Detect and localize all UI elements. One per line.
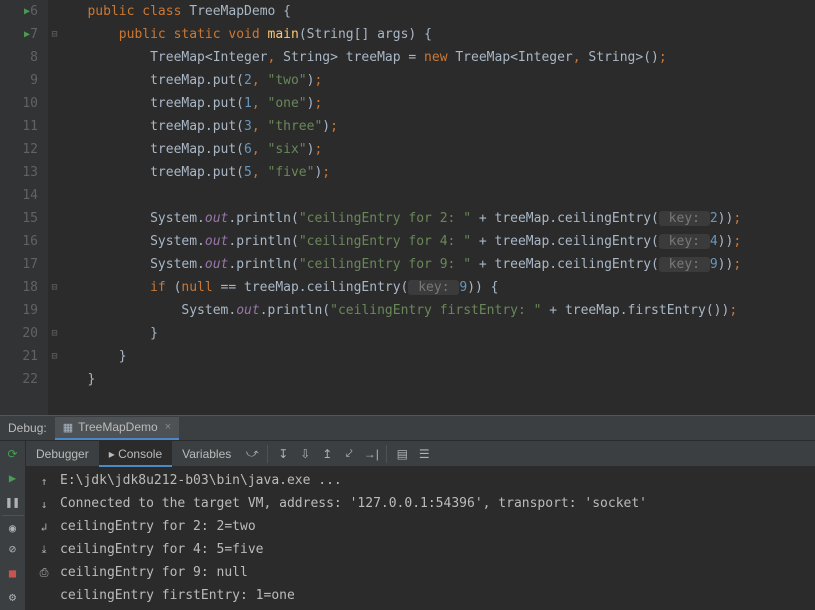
fold-icon[interactable]: ⊟ xyxy=(48,23,61,46)
mute-breakpoints-button[interactable]: ⊘ xyxy=(2,538,24,560)
line-number: 6 xyxy=(30,0,44,23)
code-line-12[interactable]: treeMap.put(6, "six"); xyxy=(64,138,815,161)
debug-toolbar: Debugger ▸ Console Variables ⤻ ↧ ⇩ ↥ ⤦ →… xyxy=(26,441,815,467)
code-content[interactable]: public class TreeMapDemo { public static… xyxy=(62,0,815,415)
code-editor[interactable]: ▶6 ▶7 8 9 10 11 12 13 14 15 16 17 18 19 … xyxy=(0,0,815,415)
debug-side-toolbar: ⟳ ▶ ❚❚ ◉ ⊘ ■ ⚙ xyxy=(0,441,26,610)
pause-button[interactable]: ❚❚ xyxy=(2,491,24,513)
application-icon: ▦ xyxy=(63,421,73,434)
rerun-button[interactable]: ⟳ xyxy=(2,443,24,465)
line-number: 18 xyxy=(22,276,44,299)
console-line: E:\jdk\jdk8u212-b03\bin\java.exe ... xyxy=(60,469,809,492)
fold-icon[interactable]: ⊟ xyxy=(48,276,61,299)
soft-wrap-icon[interactable]: ↲ xyxy=(34,517,54,537)
code-line-13[interactable]: treeMap.put(5, "five"); xyxy=(64,161,815,184)
code-line-19[interactable]: System.out.println("ceilingEntry firstEn… xyxy=(64,299,815,322)
run-class-icon[interactable]: ▶ xyxy=(24,0,30,23)
console-line: ceilingEntry for 9: null xyxy=(60,561,809,584)
debug-config-tab[interactable]: ▦ TreeMapDemo × xyxy=(55,417,179,440)
up-icon[interactable]: ↑ xyxy=(34,471,54,491)
run-to-cursor-icon[interactable]: →| xyxy=(360,447,382,461)
code-line-8[interactable]: TreeMap<Integer, String> treeMap = new T… xyxy=(64,46,815,69)
line-number: 19 xyxy=(22,299,44,322)
console-line: ceilingEntry for 2: 2=two xyxy=(60,515,809,538)
console-line: Connected to the target VM, address: '12… xyxy=(60,492,809,515)
console-tab[interactable]: ▸ Console xyxy=(99,441,172,467)
code-line-18[interactable]: if (null == treeMap.ceilingEntry( key: 9… xyxy=(64,276,815,299)
console-icon: ▸ xyxy=(109,447,115,461)
print-icon[interactable]: ⎙ xyxy=(34,563,54,583)
resume-button[interactable]: ▶ xyxy=(2,467,24,489)
console-output[interactable]: ↑ ↓ ↲ ⤓ ⎙ E:\jdk\jdk8u212-b03\bin\java.e… xyxy=(26,467,815,610)
debug-tab-label: TreeMapDemo xyxy=(78,420,158,434)
code-line-6[interactable]: public class TreeMapDemo { xyxy=(64,0,815,23)
debug-panel: Debug: ▦ TreeMapDemo × ⟳ ▶ ❚❚ ◉ ⊘ ■ ⚙ De… xyxy=(0,415,815,610)
more-icon[interactable]: ☰ xyxy=(413,447,435,461)
step-over-icon[interactable]: ⤻ xyxy=(241,446,263,461)
line-number: 16 xyxy=(22,230,44,253)
param-hint: key: xyxy=(408,280,459,295)
param-hint: key: xyxy=(659,211,710,226)
line-number: 15 xyxy=(22,207,44,230)
debug-label: Debug: xyxy=(0,421,55,435)
line-number: 13 xyxy=(22,161,44,184)
line-number: 7 xyxy=(30,23,44,46)
settings-icon[interactable]: ⚙ xyxy=(2,586,24,608)
line-number: 21 xyxy=(22,345,44,368)
step-out-icon[interactable]: ↥ xyxy=(316,447,338,461)
code-line-14[interactable] xyxy=(64,184,815,207)
line-gutter: ▶6 ▶7 8 9 10 11 12 13 14 15 16 17 18 19 … xyxy=(0,0,48,415)
line-number: 11 xyxy=(22,115,44,138)
code-line-11[interactable]: treeMap.put(3, "three"); xyxy=(64,115,815,138)
scroll-end-icon[interactable]: ⤓ xyxy=(34,540,54,560)
console-line: ceilingEntry firstEntry: 1=one xyxy=(60,584,809,607)
code-line-7[interactable]: public static void main(String[] args) { xyxy=(64,23,815,46)
line-number: 14 xyxy=(22,184,44,207)
code-line-17[interactable]: System.out.println("ceilingEntry for 9: … xyxy=(64,253,815,276)
code-line-22[interactable]: } xyxy=(64,368,815,391)
run-method-icon[interactable]: ▶ xyxy=(24,23,30,46)
code-line-15[interactable]: System.out.println("ceilingEntry for 2: … xyxy=(64,207,815,230)
line-number: 17 xyxy=(22,253,44,276)
drop-frame-icon[interactable]: ⤦ xyxy=(338,446,360,461)
code-line-21[interactable]: } xyxy=(64,345,815,368)
force-step-into-icon[interactable]: ⇩ xyxy=(294,447,316,461)
step-into-icon[interactable]: ↧ xyxy=(272,447,294,461)
stop-button[interactable]: ■ xyxy=(2,562,24,584)
code-line-20[interactable]: } xyxy=(64,322,815,345)
param-hint: key: xyxy=(659,257,710,272)
code-line-16[interactable]: System.out.println("ceilingEntry for 4: … xyxy=(64,230,815,253)
param-hint: key: xyxy=(659,234,710,249)
line-number: 8 xyxy=(30,46,44,69)
variables-tab[interactable]: Variables xyxy=(172,441,241,467)
evaluate-icon[interactable]: ▤ xyxy=(391,447,413,461)
line-number: 12 xyxy=(22,138,44,161)
code-line-9[interactable]: treeMap.put(2, "two"); xyxy=(64,69,815,92)
view-breakpoints-button[interactable]: ◉ xyxy=(2,515,24,537)
close-icon[interactable]: × xyxy=(165,421,171,433)
console-toolbar: ↑ ↓ ↲ ⤓ ⎙ xyxy=(32,469,56,608)
fold-end-icon[interactable]: ⊟ xyxy=(48,322,61,345)
debug-header: Debug: ▦ TreeMapDemo × xyxy=(0,416,815,441)
line-number: 22 xyxy=(22,368,44,391)
line-number: 10 xyxy=(22,92,44,115)
fold-column: ⊟ ⊟ ⊟ ⊟ xyxy=(48,0,62,415)
down-icon[interactable]: ↓ xyxy=(34,494,54,514)
console-line: ceilingEntry for 4: 5=five xyxy=(60,538,809,561)
fold-end-icon[interactable]: ⊟ xyxy=(48,345,61,368)
debugger-tab[interactable]: Debugger xyxy=(26,441,99,467)
code-line-10[interactable]: treeMap.put(1, "one"); xyxy=(64,92,815,115)
line-number: 9 xyxy=(30,69,44,92)
line-number: 20 xyxy=(22,322,44,345)
